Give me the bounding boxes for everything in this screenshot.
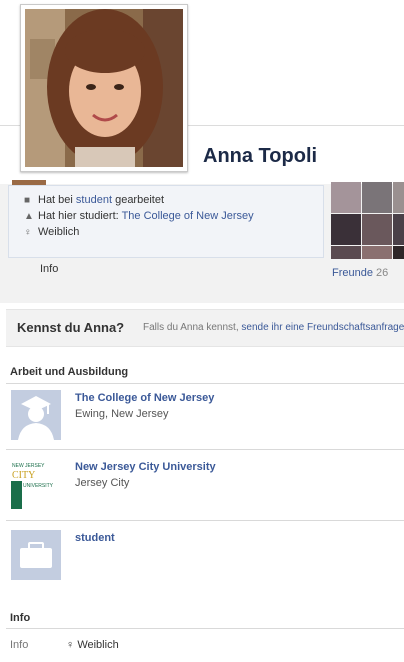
friend-thumb[interactable] [331,182,361,213]
entry-title[interactable]: New Jersey City University [75,461,216,473]
njcu-logo-top: NEW JERSEY [12,463,45,469]
work-suffix: gearbeitet [115,194,165,206]
friends-label-text: Freunde [332,267,373,279]
entry-title[interactable]: The College of New Jersey [75,392,214,404]
friends-link[interactable]: Freunde 26 [332,267,388,279]
entry-subtitle: Ewing, New Jersey [75,408,169,420]
about-study-row: ▲ Hat hier studiert: The College of New J… [24,209,254,223]
friend-request-link[interactable]: sende ihr eine Freundschaftsanfrage [241,322,404,333]
divider [6,383,404,384]
work-entry: student [6,530,404,600]
friends-count: 26 [376,267,389,279]
know-title: Kennst du Anna? [17,320,125,335]
info-value: ♀ Weiblich [66,639,119,651]
profile-photo [25,9,183,167]
briefcase-icon: ■ [24,195,31,206]
njcu-logo-mid: CITY [12,470,35,481]
info-heading: Info [10,612,31,624]
gender-value: Weiblich [38,226,80,238]
entry-title[interactable]: student [75,532,115,544]
friends-grid[interactable] [331,182,404,259]
about-work-row: ■ Hat bei student gearbeitet [24,193,164,207]
graduation-cap-icon: ▲ [24,211,34,222]
friend-thumb[interactable] [362,214,392,245]
about-gender-row: ♀ Weiblich [24,225,79,239]
friend-thumb[interactable] [393,246,404,259]
education-entry: NEW JERSEY CITY UNIVERSITY New Jersey Ci… [6,459,404,529]
divider [6,628,404,629]
info-gender: Weiblich [77,639,119,651]
njcu-logo[interactable]: NEW JERSEY CITY UNIVERSITY [11,459,61,509]
friend-thumb[interactable] [393,214,404,245]
friend-thumb[interactable] [331,214,361,245]
profile-picture[interactable] [20,4,188,172]
njcu-logo-bottom: UNIVERSITY [23,483,54,489]
about-box: ■ Hat bei student gearbeitet ▲ Hat hier st… [8,185,324,258]
friend-thumb[interactable] [331,246,361,259]
know-text: Falls du Anna kennst, sende ihr eine Fre… [143,322,404,333]
work-prefix: Hat bei [38,194,73,206]
know-box: Kennst du Anna? Falls du Anna kennst, se… [6,309,404,347]
female-icon: ♀ [24,227,32,238]
friend-thumb[interactable] [362,182,392,213]
entry-subtitle: Jersey City [75,477,130,489]
briefcase-icon[interactable] [11,530,61,580]
female-icon: ♀ [66,639,75,651]
know-prefix: Falls du Anna kennst, [143,322,239,333]
profile-name: Anna Topoli [203,145,318,167]
divider [6,449,404,450]
tab-info[interactable]: Info [40,263,58,275]
friend-thumb[interactable] [393,182,404,213]
friend-thumb[interactable] [362,246,392,259]
work-education-heading: Arbeit und Ausbildung [10,366,129,378]
divider [6,520,404,521]
study-link[interactable]: The College of New Jersey [122,210,254,222]
graduate-silhouette-icon[interactable] [11,390,61,440]
study-prefix: Hat hier studiert: [38,210,119,222]
info-label: Info [10,639,29,651]
work-link[interactable]: student [76,194,112,206]
